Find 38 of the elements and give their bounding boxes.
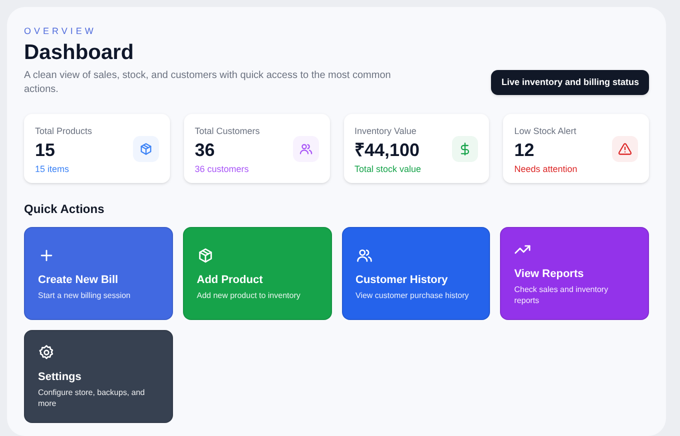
stat-note: 15 items [35, 163, 70, 175]
stat-label: Total Products [35, 125, 92, 137]
page-title: Dashboard [24, 40, 135, 66]
page-subtitle: A clean view of sales, stock, and customers with quick access to the most common actions. [24, 69, 392, 97]
action-title: Add Product [196, 272, 264, 286]
action-title: Create New Bill [38, 272, 120, 286]
action-title: View Reports [514, 267, 585, 281]
stat-note: Total stock value [354, 163, 422, 175]
settings-icon [38, 344, 55, 361]
users-icon [356, 246, 372, 264]
box-icon [138, 142, 153, 156]
box-icon [196, 246, 214, 264]
action-description: Configure store, backups, and more [38, 387, 146, 409]
users-icon [298, 142, 312, 156]
quick-action-card[interactable]: Settings Configure store, backups, and more [24, 330, 173, 423]
stat-value: 12 [514, 139, 536, 162]
section-title: Quick Actions [24, 201, 106, 217]
quick-action-card[interactable]: Create New Bill Start a new billing session [24, 227, 173, 320]
action-description: Start a new billing session [38, 290, 132, 300]
quick-action-card[interactable]: View Reports Check sales and inventory reports [500, 227, 649, 320]
action-title: Customer History [356, 272, 449, 286]
stat-label: Total Customers [194, 125, 260, 137]
quick-action-card[interactable]: Customer History View customer purchase history [342, 227, 490, 320]
status-badge: Live inventory and billing status [491, 70, 649, 95]
stat-value: 36 [194, 139, 216, 162]
action-title: Settings [38, 370, 82, 384]
stat-label: Inventory Value [354, 125, 418, 137]
stat-note: Needs attention [514, 163, 578, 175]
stat-value: 15 [35, 139, 56, 162]
action-description: Add new product to inventory [196, 290, 302, 300]
action-description: View customer purchase history [356, 290, 470, 300]
action-description: Check sales and inventory reports [514, 284, 610, 306]
stat-value: ₹44,100 [354, 139, 421, 162]
stat-note: 36 customers [194, 163, 250, 175]
warning-icon [618, 142, 632, 156]
eyebrow-label: OVERVIEW [24, 25, 98, 37]
stat-label: Low Stock Alert [514, 125, 578, 137]
quick-action-card[interactable]: Add Product Add new product to inventory [182, 227, 332, 320]
